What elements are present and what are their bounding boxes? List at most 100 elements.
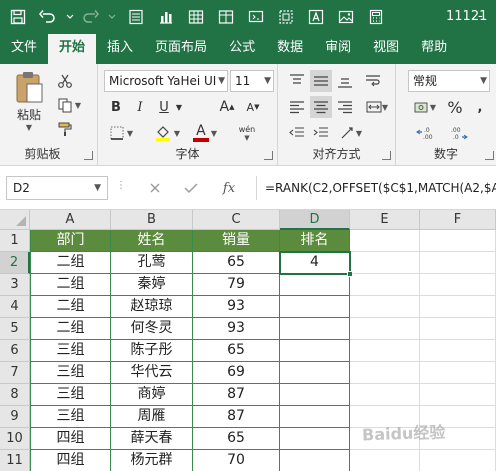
align-center-button[interactable] <box>310 96 332 118</box>
row-header-5[interactable]: 5 <box>0 318 30 340</box>
tab-help[interactable]: 帮助 <box>410 34 458 64</box>
cell-f5[interactable] <box>420 318 496 340</box>
align-right-button[interactable] <box>334 96 356 118</box>
cell-a11[interactable]: 四组 <box>30 450 111 471</box>
image-icon[interactable] <box>334 5 358 29</box>
shrink-font-button[interactable]: A ▼ <box>242 96 264 118</box>
name-box[interactable]: D2 ▼ <box>6 176 108 200</box>
fill-color-button[interactable]: ▼ <box>150 122 184 144</box>
row-header-9[interactable]: 9 <box>0 406 30 428</box>
row-header-1[interactable]: 1 <box>0 230 30 252</box>
cell-c6[interactable]: 65 <box>193 340 280 362</box>
cell-f1[interactable] <box>420 230 496 252</box>
row-header-8[interactable]: 8 <box>0 384 30 406</box>
cell-c1[interactable]: 销量 <box>193 230 280 252</box>
formula-bar-splitter-icon[interactable]: ⋮ <box>116 180 126 191</box>
tab-view[interactable]: 视图 <box>362 34 410 64</box>
row-header-3[interactable]: 3 <box>0 274 30 296</box>
font-size-select[interactable]: 11 ▼ <box>230 70 274 92</box>
row-header-6[interactable]: 6 <box>0 340 30 362</box>
fill-handle[interactable] <box>347 271 353 277</box>
cell-d9[interactable] <box>280 406 350 428</box>
cell-a6[interactable]: 三组 <box>30 340 111 362</box>
redo-icon[interactable] <box>78 5 102 29</box>
cell-d6[interactable] <box>280 340 350 362</box>
cell-d5[interactable] <box>280 318 350 340</box>
merge-center-button[interactable]: ▼ <box>362 96 392 118</box>
align-top-button[interactable] <box>286 70 308 92</box>
percent-button[interactable]: % <box>444 96 466 118</box>
insert-function-button[interactable]: fx <box>218 178 240 198</box>
cell-a2[interactable]: 二组 <box>30 252 111 274</box>
tab-data[interactable]: 数据 <box>266 34 314 64</box>
cell-f7[interactable] <box>420 362 496 384</box>
align-bottom-button[interactable] <box>334 70 356 92</box>
cell-e4[interactable] <box>350 296 420 318</box>
italic-button[interactable]: I <box>130 96 150 118</box>
tab-home[interactable]: 开始 <box>48 34 97 64</box>
borders-button[interactable]: ▼ <box>106 122 136 144</box>
cell-a10[interactable]: 四组 <box>30 428 111 450</box>
cell-c4[interactable]: 93 <box>193 296 280 318</box>
row-header-11[interactable]: 11 <box>0 450 30 471</box>
frame-icon[interactable] <box>274 5 298 29</box>
save-icon[interactable] <box>6 5 30 29</box>
cell-b3[interactable]: 秦婷 <box>111 274 193 296</box>
underline-button[interactable]: U <box>154 96 174 118</box>
cut-button[interactable] <box>54 70 76 92</box>
tab-review[interactable]: 审阅 <box>314 34 362 64</box>
cell-e5[interactable] <box>350 318 420 340</box>
form-icon[interactable] <box>124 5 148 29</box>
increase-indent-button[interactable] <box>310 122 332 144</box>
cell-f8[interactable] <box>420 384 496 406</box>
cell-c7[interactable]: 69 <box>193 362 280 384</box>
tab-page-layout[interactable]: 页面布局 <box>144 34 218 64</box>
cell-e3[interactable] <box>350 274 420 296</box>
cell-c8[interactable]: 87 <box>193 384 280 406</box>
cell-f11[interactable] <box>420 450 496 471</box>
cell-a5[interactable]: 二组 <box>30 318 111 340</box>
cell-a1[interactable]: 部门 <box>30 230 111 252</box>
text-icon[interactable] <box>304 5 328 29</box>
column-header-b[interactable]: B <box>111 210 193 230</box>
cell-b10[interactable]: 薛天春 <box>111 428 193 450</box>
phonetic-button[interactable]: wén ▼ <box>228 122 266 144</box>
cell-e11[interactable] <box>350 450 420 471</box>
cell-d3[interactable] <box>280 274 350 296</box>
font-launcher-icon[interactable] <box>264 151 273 160</box>
copy-button[interactable]: ▼ <box>54 94 84 116</box>
wrap-text-button[interactable] <box>362 70 384 92</box>
clipboard-launcher-icon[interactable] <box>84 151 93 160</box>
row-header-10[interactable]: 10 <box>0 428 30 450</box>
cell-e6[interactable] <box>350 340 420 362</box>
cell-c2[interactable]: 65 <box>193 252 280 274</box>
undo-icon[interactable] <box>36 5 60 29</box>
cell-b6[interactable]: 陈子彤 <box>111 340 193 362</box>
cell-c3[interactable]: 79 <box>193 274 280 296</box>
cell-d11[interactable] <box>280 450 350 471</box>
grow-font-button[interactable]: A ▲ <box>216 96 238 118</box>
font-color-button[interactable]: A ▼ <box>188 122 222 144</box>
column-header-a[interactable]: A <box>30 210 111 230</box>
format-painter-button[interactable] <box>54 118 76 140</box>
column-header-d[interactable]: D <box>280 210 350 230</box>
cell-c10[interactable]: 65 <box>193 428 280 450</box>
cell-f3[interactable] <box>420 274 496 296</box>
tab-insert[interactable]: 插入 <box>96 34 144 64</box>
undo-dropdown-icon[interactable] <box>66 5 74 29</box>
table2-icon[interactable] <box>214 5 238 29</box>
cell-a8[interactable]: 三组 <box>30 384 111 406</box>
comma-style-button[interactable]: , <box>470 96 490 118</box>
formula-input[interactable]: =RANK(C2,OFFSET($C$1,MATCH(A2,$A <box>256 176 496 200</box>
cell-a4[interactable]: 二组 <box>30 296 111 318</box>
row-header-2[interactable]: 2 <box>0 252 30 274</box>
cell-b11[interactable]: 杨元群 <box>111 450 193 471</box>
align-left-button[interactable] <box>286 96 308 118</box>
tab-file[interactable]: 文件 <box>0 34 48 64</box>
accounting-format-button[interactable]: ▼ <box>410 96 440 118</box>
decrease-indent-button[interactable] <box>286 122 308 144</box>
table-icon[interactable] <box>184 5 208 29</box>
cell-f4[interactable] <box>420 296 496 318</box>
cell-f6[interactable] <box>420 340 496 362</box>
cell-d8[interactable] <box>280 384 350 406</box>
